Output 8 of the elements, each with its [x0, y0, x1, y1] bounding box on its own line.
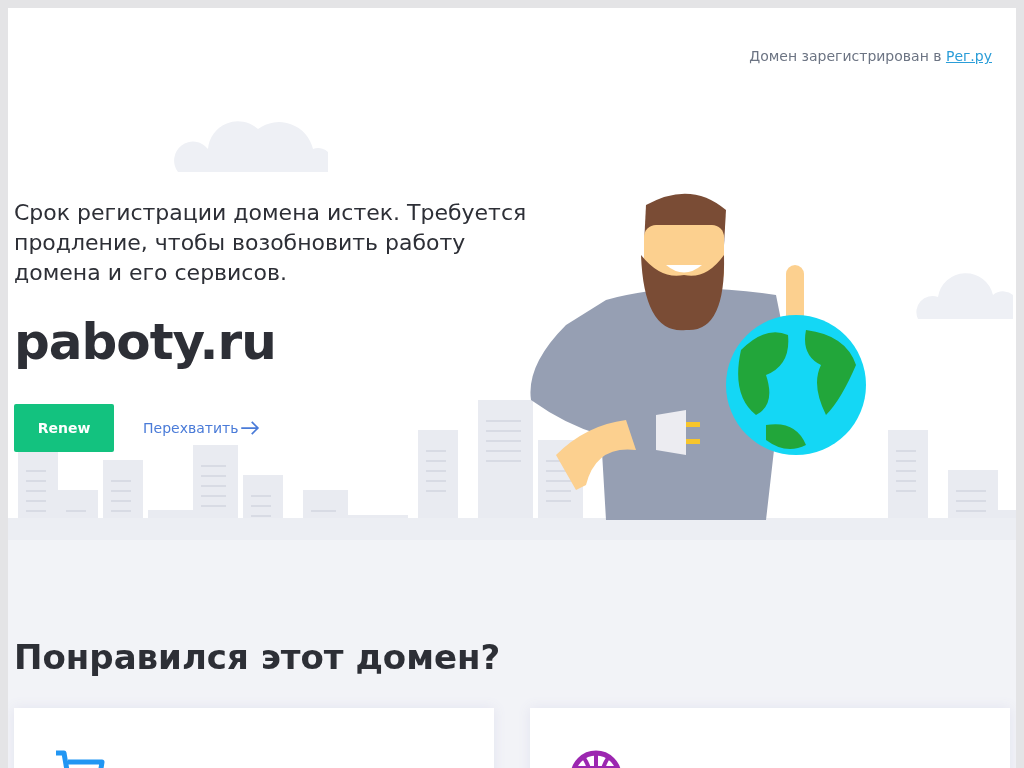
registrar-link[interactable]: Рег.ру	[945, 48, 992, 64]
arrow-right-icon	[240, 421, 261, 435]
registrar-text: Домен зарегистрирован в Рег.ру	[749, 48, 992, 64]
expiry-message: Срок регистрации домена истек. Требуется продление, чтобы возобновить работу домена и его сервисов.	[14, 199, 528, 287]
section-title: Понравился этот домен?	[14, 636, 502, 679]
domain-name: paboty.ru	[14, 312, 277, 372]
renew-button[interactable]: Renew	[14, 404, 114, 452]
intercept-link[interactable]: Перехватить	[143, 420, 239, 436]
